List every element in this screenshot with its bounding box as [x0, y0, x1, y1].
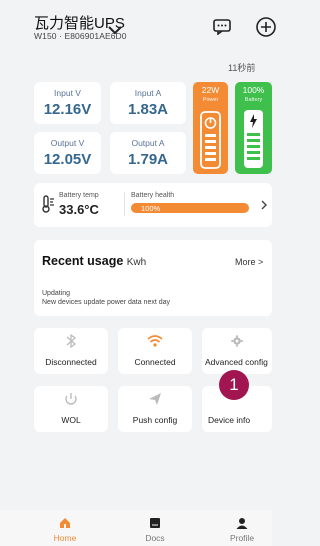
last-updated: 11秒前	[228, 63, 256, 73]
more-link[interactable]: More >	[235, 257, 263, 267]
notification-badge: 1	[219, 370, 249, 400]
usage-note: New devices update power data next day	[42, 299, 171, 306]
divider	[124, 192, 125, 216]
app-header: 瓦力智能UPS W150 · E806901AE6D0	[0, 0, 276, 52]
battery-info-card[interactable]: Battery temp 33.6°C Battery health 100%	[34, 183, 272, 227]
advanced-config-tile[interactable]: Advanced config	[202, 328, 272, 374]
input-current-card: Input A 1.83A	[110, 82, 186, 124]
wifi-icon	[147, 335, 163, 347]
output-a-value: 1.79A	[127, 151, 169, 168]
chevron-down-icon[interactable]	[108, 26, 122, 35]
battery-health-bar: 100%	[131, 203, 249, 213]
recent-usage-title: Recent usage Kwh	[42, 254, 146, 268]
recent-usage-title-text: Recent usage	[42, 254, 124, 268]
bluetooth-icon	[66, 333, 77, 349]
battery-temp-label: Battery temp	[59, 192, 99, 199]
power-icon	[65, 393, 77, 405]
advanced-config-label: Advanced config	[205, 357, 268, 367]
input-v-label: Input V	[54, 88, 81, 98]
input-a-value: 1.83A	[127, 101, 169, 118]
power-card[interactable]: 22W Power	[193, 82, 228, 174]
nav-profile-label: Profile	[229, 533, 255, 543]
push-config-tile[interactable]: Push config	[118, 386, 192, 432]
push-config-label: Push config	[132, 415, 178, 425]
nav-docs-label: Docs	[145, 533, 165, 543]
output-v-value: 12.05V	[43, 151, 92, 168]
battery-value: 100%	[242, 85, 265, 95]
recent-usage-unit: Kwh	[126, 257, 147, 268]
output-current-card: Output A 1.79A	[110, 132, 186, 174]
home-icon	[60, 518, 70, 528]
send-icon	[149, 393, 161, 405]
gear-icon	[231, 335, 243, 347]
bluetooth-status: Disconnected	[45, 357, 97, 367]
message-icon[interactable]	[213, 19, 231, 35]
wol-label: WOL	[61, 415, 81, 425]
battery-level-icon	[244, 110, 263, 168]
profile-icon	[236, 518, 248, 529]
battery-health-value: 100%	[141, 204, 161, 213]
bluetooth-tile[interactable]: Disconnected	[34, 328, 108, 374]
battery-health-label: Battery health	[131, 192, 175, 199]
input-a-label: Input A	[134, 88, 162, 98]
battery-temp-value: 33.6°C	[59, 202, 99, 217]
output-v-label: Output V	[50, 138, 85, 148]
bottom-nav: Home Docs Profile	[0, 510, 272, 546]
battery-card[interactable]: 100% Battery	[235, 82, 272, 174]
nav-home-label: Home	[53, 533, 77, 543]
power-value: 22W	[201, 85, 220, 95]
input-voltage-card: Input V 12.16V	[34, 82, 101, 124]
chevron-right-icon	[261, 200, 267, 210]
add-device-icon[interactable]	[255, 16, 277, 38]
thermometer-icon	[42, 195, 54, 213]
power-gauge-icon	[200, 111, 221, 169]
wifi-status: Connected	[134, 357, 176, 367]
device-info-label: Device info	[208, 415, 251, 425]
battery-label: Battery	[244, 97, 263, 103]
docs-icon	[150, 518, 160, 528]
wol-tile[interactable]: WOL	[34, 386, 108, 432]
output-a-label: Output A	[131, 138, 165, 148]
input-v-value: 12.16V	[43, 101, 92, 118]
wifi-tile[interactable]: Connected	[118, 328, 192, 374]
output-voltage-card: Output V 12.05V	[34, 132, 101, 174]
power-label: Power	[202, 97, 219, 103]
usage-status: Updating	[42, 290, 71, 297]
